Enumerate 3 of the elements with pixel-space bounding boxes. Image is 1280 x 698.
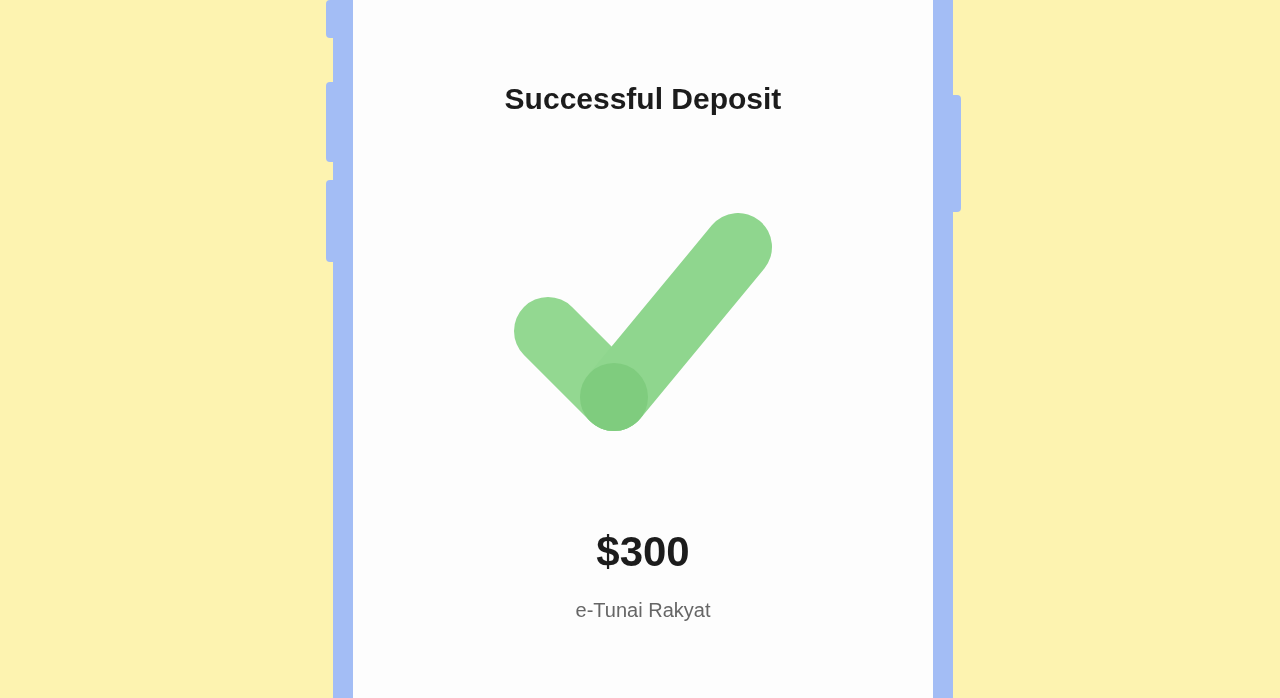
screen-title: Successful Deposit bbox=[504, 81, 782, 117]
wallet-name: e-Tunai Rakyat bbox=[575, 598, 711, 623]
deposit-amount: $300 bbox=[596, 531, 690, 573]
